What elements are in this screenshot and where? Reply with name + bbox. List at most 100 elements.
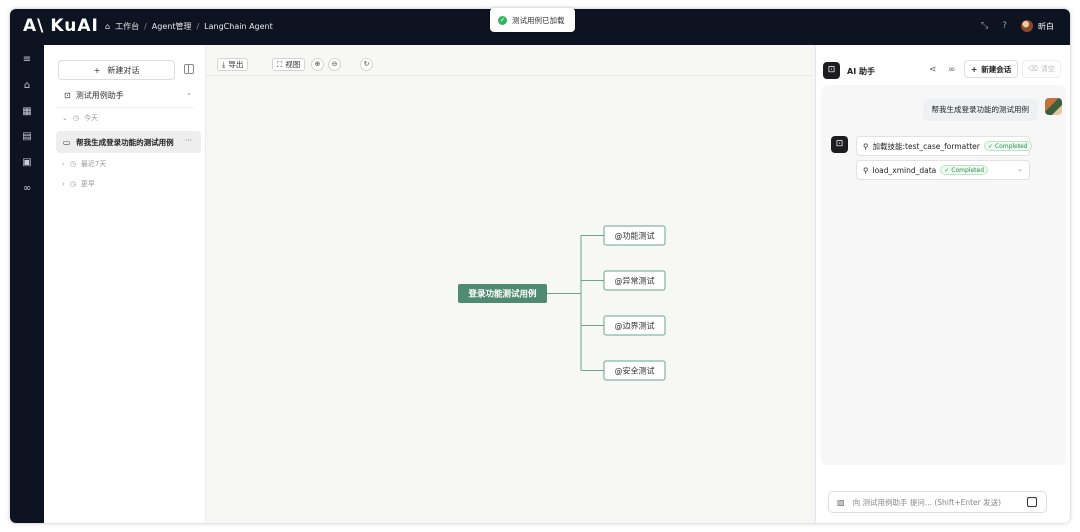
chevron-down-icon: ⌄	[1017, 165, 1023, 173]
child-node-label: @异常测试	[615, 276, 655, 286]
mindmap-child-node[interactable]: @边界测试	[603, 315, 666, 336]
share-icon[interactable]: ⋖	[929, 65, 937, 75]
mindmap-child-node[interactable]: @安全测试	[603, 360, 666, 381]
breadcrumb-current: LangChain Agent	[204, 22, 273, 31]
tool-call-item[interactable]: ⚲ load_xmind_data ✓ Completed ⌄	[856, 160, 1030, 180]
new-chat-label: 新建对话	[107, 65, 140, 75]
user-menu[interactable]: 昕白	[1021, 20, 1054, 32]
tool-name: load_xmind_data	[872, 165, 937, 175]
help-icon[interactable]: ?	[1002, 21, 1007, 31]
panel-header: ⊡ AI 助手 ⋖ ∞ + 新建会话 ⌫ 清空	[816, 45, 1070, 83]
robot-icon: ⊡	[831, 136, 848, 153]
trash-icon: ⌫	[1028, 65, 1038, 73]
icon-rail: ≡ ⌂ ▦ ▤ ▣ ∞	[10, 45, 44, 523]
tool-call-item[interactable]: ⚲ 加载技能:test_case_formatter ✓ Completed ⌄	[856, 136, 1032, 156]
divider	[56, 107, 194, 108]
fullscreen-icon[interactable]: ⤡	[981, 21, 988, 31]
user-name: 昕白	[1038, 21, 1054, 31]
app-logo[interactable]: A\ KuAI	[23, 16, 99, 36]
breadcrumb-agent-management[interactable]: Agent管理	[152, 21, 192, 32]
new-session-button[interactable]: + 新建会话	[964, 60, 1019, 78]
breadcrumb: ⌂ 工作台 / Agent管理 / LangChain Agent	[105, 21, 273, 32]
mindmap: 登录功能测试用例 @功能测试 @异常测试 @边界测试 @安全测试	[458, 225, 666, 381]
status-badge: ✓ Completed	[983, 141, 1032, 151]
menu-toggle-icon[interactable]: ≡	[21, 54, 33, 66]
mindmap-child-nodes: @功能测试 @异常测试 @边界测试 @安全测试	[603, 225, 666, 381]
robot-icon: ⊡	[64, 90, 71, 100]
top-right-actions: ⤡ ? 昕白	[981, 20, 1054, 32]
group-last-7-days[interactable]: › ◷ 最近7天	[62, 159, 106, 169]
plus-icon: +	[971, 64, 978, 74]
message-list: 帮我生成登录功能的测试用例 ⊡ ⚲ 加载技能:test_case_formatt…	[821, 85, 1066, 465]
mindmap-connectors	[547, 235, 604, 371]
check-icon: ✓	[944, 166, 950, 174]
chat-icon: ▭	[63, 137, 71, 147]
tool-icon: ⚲	[863, 141, 869, 151]
conversation-sidebar: + 新建对话 ⊡ 测试用例助手 ⌄ ⌄ ◷ 今天 ▭ 帮我生成登录功能的测试用例…	[44, 45, 206, 523]
conversation-item-active[interactable]: ▭ 帮我生成登录功能的测试用例 ···	[56, 131, 201, 153]
chevron-right-icon: ›	[62, 180, 65, 188]
clear-button[interactable]: ⌫ 清空	[1022, 60, 1061, 78]
link-icon[interactable]: ∞	[21, 183, 33, 195]
input-placeholder: 向 测试用例助手 提问... (Shift+Enter 发送)	[852, 497, 1002, 507]
list-icon[interactable]: ▤	[21, 131, 33, 143]
clock-icon: ◷	[69, 180, 76, 188]
message-input[interactable]: ▨ 向 测试用例助手 提问... (Shift+Enter 发送)	[828, 491, 1047, 513]
group-label: 更早	[80, 180, 95, 188]
collapse-sidebar-icon[interactable]	[184, 64, 194, 74]
assistant-selector[interactable]: ⊡ 测试用例助手 ⌄	[64, 88, 192, 102]
document-icon[interactable]: ▣	[21, 157, 33, 169]
group-label: 今天	[83, 114, 98, 122]
toast-message: 测试用例已加载	[512, 15, 565, 25]
check-circle-icon: ✓	[498, 15, 507, 25]
logo-mark: A\	[23, 16, 45, 36]
new-session-label: 新建会话	[981, 64, 1012, 74]
mindmap-child-node[interactable]: @异常测试	[603, 270, 666, 291]
child-node-label: @边界测试	[615, 321, 655, 331]
tool-name: 加载技能:test_case_formatter	[872, 141, 980, 151]
breadcrumb-separator: /	[196, 22, 200, 31]
new-chat-button[interactable]: + 新建对话	[58, 60, 175, 80]
link-icon[interactable]: ∞	[948, 65, 956, 75]
logo-text: KuAI	[50, 16, 99, 36]
group-today[interactable]: ⌄ ◷ 今天	[62, 113, 98, 123]
home-icon[interactable]: ⌂	[21, 80, 33, 92]
toast-notification: ✓ 测试用例已加载	[490, 8, 575, 32]
chevron-down-icon: ⌄	[186, 89, 192, 97]
panel-title: AI 助手	[847, 67, 875, 76]
group-earlier[interactable]: › ◷ 更早	[62, 179, 95, 189]
app-window: A\ KuAI ⌂ 工作台 / Agent管理 / LangChain Agent…	[10, 9, 1070, 523]
group-label: 最近7天	[80, 160, 107, 168]
home-icon: ⌂	[105, 22, 111, 31]
chevron-down-icon: ⌄	[1017, 141, 1023, 149]
mindmap-canvas[interactable]: ⤓ 导出 ⛶ 视图 ⊕ ⊖ ↻ 登录功能测试用例 @功能测试 @异常测试 @边界测试…	[207, 45, 812, 523]
avatar	[1021, 20, 1033, 32]
image-icon[interactable]: ▨	[837, 498, 845, 507]
send-icon[interactable]	[1027, 497, 1037, 507]
robot-icon: ⊡	[823, 62, 840, 79]
chevron-down-icon: ⌄	[62, 114, 68, 122]
plus-icon: +	[93, 65, 101, 75]
child-node-label: @功能测试	[615, 231, 655, 241]
breadcrumb-workbench[interactable]: 工作台	[115, 21, 139, 32]
clock-icon: ◷	[69, 160, 76, 168]
assistant-name: 测试用例助手	[75, 90, 124, 100]
breadcrumb-separator: /	[144, 22, 147, 31]
conversation-title: 帮我生成登录功能的测试用例	[76, 137, 174, 147]
status-label: Completed	[951, 166, 985, 174]
check-icon: ✓	[987, 142, 993, 150]
ai-assistant-panel: ⊡ AI 助手 ⋖ ∞ + 新建会话 ⌫ 清空 帮我生成登录功能的测试用例 ⊡ …	[815, 45, 1070, 523]
grid-icon[interactable]: ▦	[21, 106, 33, 118]
status-badge: ✓ Completed	[940, 165, 989, 175]
tool-icon: ⚲	[863, 165, 869, 175]
more-options-icon[interactable]: ···	[185, 136, 192, 145]
clock-icon: ◷	[72, 114, 79, 122]
mindmap-root-node[interactable]: 登录功能测试用例	[458, 284, 547, 303]
child-node-label: @安全测试	[615, 366, 655, 376]
mindmap-child-node[interactable]: @功能测试	[603, 225, 666, 246]
avatar	[1045, 98, 1062, 115]
root-node-label: 登录功能测试用例	[467, 289, 537, 300]
chevron-right-icon: ›	[62, 160, 65, 168]
clear-label: 清空	[1040, 65, 1055, 73]
user-message: 帮我生成登录功能的测试用例	[922, 99, 1038, 121]
